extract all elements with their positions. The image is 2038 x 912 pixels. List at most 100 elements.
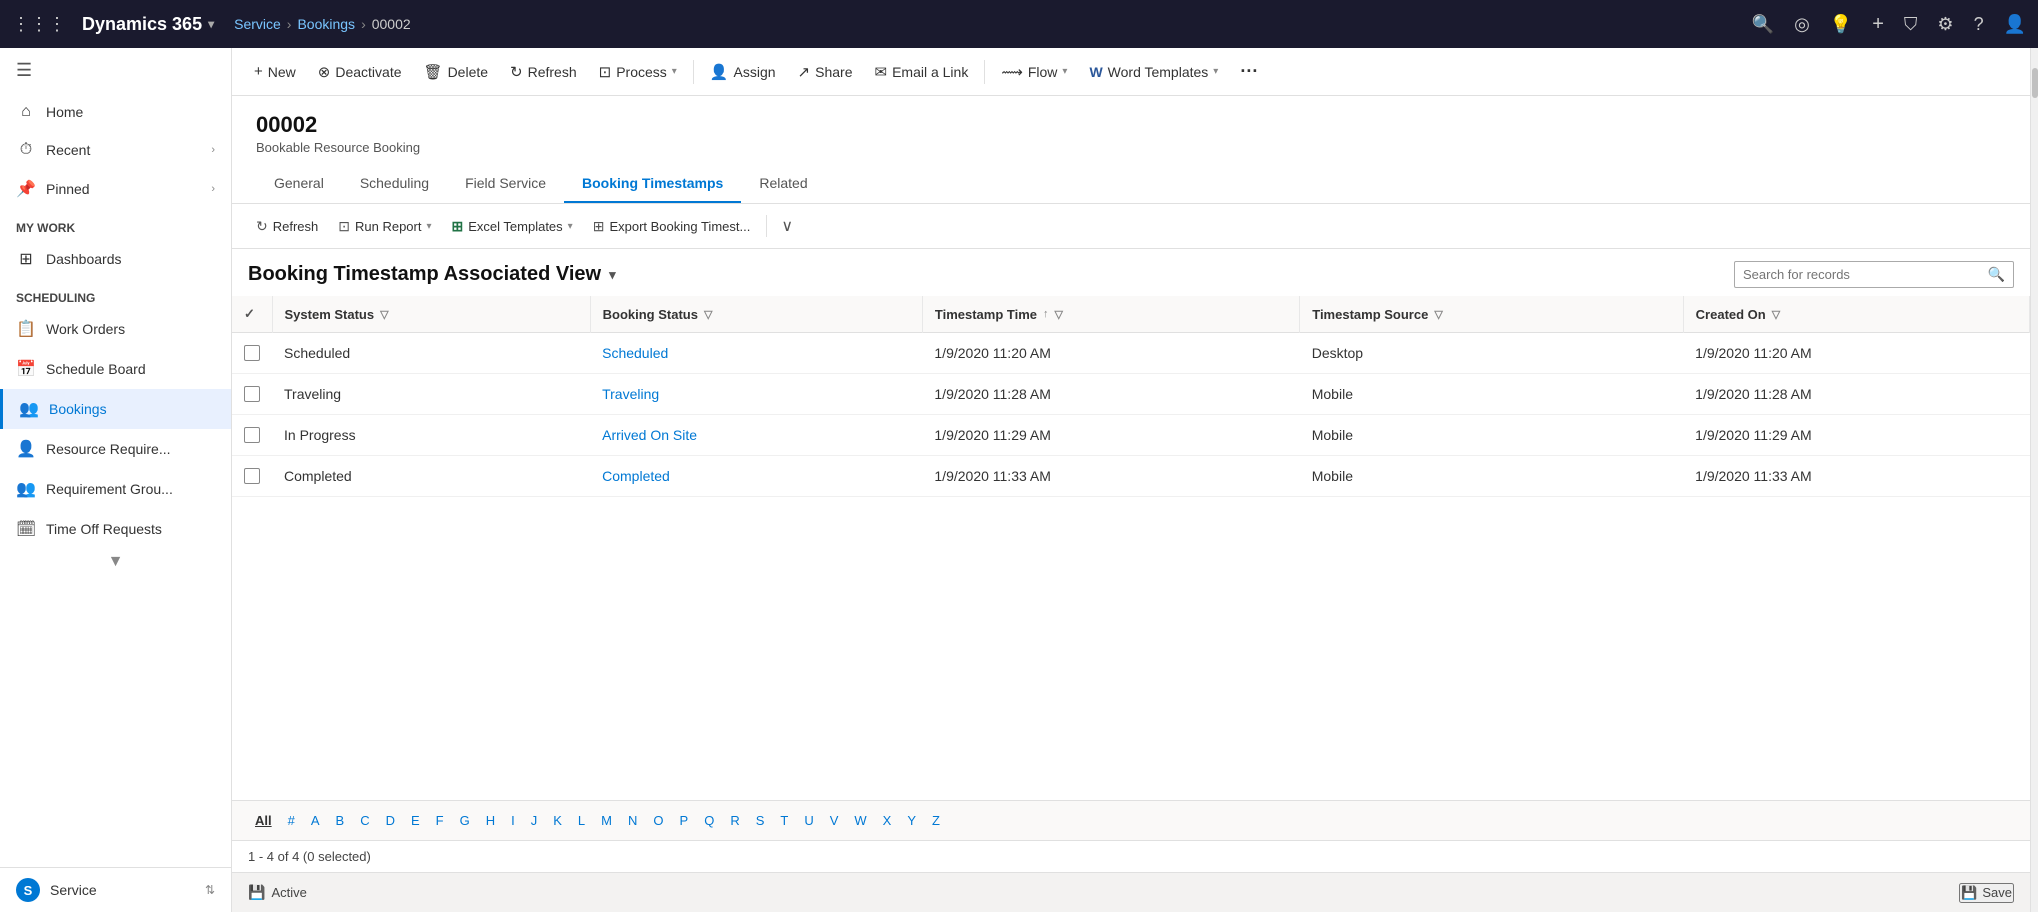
alpha-item[interactable]: T [773, 809, 795, 832]
delete-button[interactable]: 🗑 Delete [414, 57, 499, 87]
help-nav-icon[interactable]: ? [1974, 14, 1984, 35]
row-checkbox[interactable] [244, 468, 260, 484]
alpha-item[interactable]: # [281, 809, 302, 832]
add-nav-icon[interactable]: + [1872, 13, 1884, 36]
booking-status-link[interactable]: Arrived On Site [602, 427, 697, 443]
tab-booking-timestamps[interactable]: Booking Timestamps [564, 165, 741, 203]
export-button[interactable]: ⊞ Export Booking Timest... [585, 213, 759, 240]
sidebar-toggle[interactable]: ☰ [0, 48, 231, 93]
search-icon[interactable]: 🔍 [1988, 266, 2005, 283]
assoc-view-chevron[interactable]: ▾ [609, 267, 616, 283]
alpha-item[interactable]: G [453, 809, 477, 832]
user-nav-icon[interactable]: 👤 [2004, 14, 2026, 35]
sidebar-item-dashboards[interactable]: ⊞ Dashboards [0, 239, 231, 279]
tab-field-service[interactable]: Field Service [447, 165, 564, 203]
row-booking-status[interactable]: Completed [590, 456, 922, 497]
alpha-item[interactable]: S [749, 809, 772, 832]
col-created-on[interactable]: Created On ▽ [1683, 296, 2029, 333]
timestamp-filter-icon[interactable]: ▽ [1055, 308, 1063, 321]
tab-related[interactable]: Related [741, 165, 825, 203]
alpha-item[interactable]: C [353, 809, 376, 832]
alpha-item[interactable]: B [329, 809, 352, 832]
alpha-item[interactable]: U [797, 809, 820, 832]
alpha-item[interactable]: H [479, 809, 502, 832]
alpha-item[interactable]: E [404, 809, 427, 832]
row-booking-status[interactable]: Traveling [590, 374, 922, 415]
sidebar-item-pinned[interactable]: 📌 Pinned › [0, 169, 231, 209]
sidebar-item-time-off-requests[interactable]: 🗓 Time Off Requests [0, 509, 231, 549]
sub-refresh-button[interactable]: ↻ Refresh [248, 213, 326, 240]
refresh-button[interactable]: ↻ Refresh [500, 57, 587, 87]
target-icon[interactable]: ◎ [1794, 14, 1810, 35]
deactivate-button[interactable]: ⊗ Deactivate [308, 57, 412, 87]
sidebar-item-resource-requirements[interactable]: 👤 Resource Require... [0, 429, 231, 469]
alpha-item[interactable]: L [571, 809, 592, 832]
alpha-item[interactable]: J [524, 809, 545, 832]
col-timestamp-source[interactable]: Timestamp Source ▽ [1300, 296, 1683, 333]
service-section[interactable]: S Service ⇅ [0, 867, 231, 912]
word-templates-button[interactable]: W Word Templates ▾ [1079, 58, 1228, 86]
lightbulb-icon[interactable]: 💡 [1830, 14, 1852, 35]
alpha-item[interactable]: V [823, 809, 846, 832]
alpha-item[interactable]: M [594, 809, 619, 832]
row-checkbox[interactable] [244, 386, 260, 402]
created-filter-icon[interactable]: ▽ [1772, 308, 1780, 321]
system-status-filter-icon[interactable]: ▽ [380, 308, 388, 321]
alpha-item[interactable]: K [546, 809, 569, 832]
app-name[interactable]: Dynamics 365 ▾ [82, 14, 214, 35]
row-booking-status[interactable]: Arrived On Site [590, 415, 922, 456]
alpha-item[interactable]: W [847, 809, 873, 832]
more-commands-button[interactable]: ··· [1230, 55, 1268, 88]
run-report-button[interactable]: ⊡ Run Report ▾ [330, 213, 439, 240]
select-all-header[interactable]: ✓ [232, 296, 272, 333]
excel-templates-button[interactable]: ⊞ Excel Templates ▾ [444, 213, 581, 240]
row-booking-status[interactable]: Scheduled [590, 333, 922, 374]
sidebar-item-bookings[interactable]: 👥 Bookings [0, 389, 231, 429]
timestamp-sort-icon[interactable]: ↑ [1043, 308, 1049, 320]
grid-icon[interactable]: ⋮⋮⋮ [12, 14, 66, 35]
sidebar-item-work-orders[interactable]: 📋 Work Orders [0, 309, 231, 349]
sidebar-item-home[interactable]: ⌂ Home [0, 93, 231, 131]
sub-more-button[interactable]: ∨ [775, 212, 799, 240]
share-button[interactable]: ↗ Share [788, 57, 863, 87]
alpha-item[interactable]: Q [697, 809, 721, 832]
alpha-item[interactable]: N [621, 809, 644, 832]
search-nav-icon[interactable]: 🔍 [1752, 14, 1774, 35]
right-scrollbar[interactable] [2030, 48, 2038, 912]
new-button[interactable]: + New [244, 57, 306, 86]
booking-status-link[interactable]: Scheduled [602, 345, 668, 361]
sidebar-scroll-down[interactable]: ▼ [0, 549, 231, 575]
booking-status-link[interactable]: Traveling [602, 386, 659, 402]
filter-nav-icon[interactable]: ⛉ [1904, 14, 1918, 35]
tab-general[interactable]: General [256, 165, 342, 203]
col-booking-status[interactable]: Booking Status ▽ [590, 296, 922, 333]
source-filter-icon[interactable]: ▽ [1434, 308, 1442, 321]
alpha-item[interactable]: D [379, 809, 402, 832]
search-input[interactable] [1743, 267, 1982, 282]
col-timestamp-time[interactable]: Timestamp Time ↑ ▽ [922, 296, 1299, 333]
email-link-button[interactable]: ✉ Email a Link [864, 57, 978, 87]
save-button[interactable]: 💾 Save [1959, 883, 2014, 903]
row-checkbox[interactable] [244, 427, 260, 443]
process-button[interactable]: ⊡ Process ▾ [589, 57, 687, 87]
alpha-item[interactable]: F [429, 809, 451, 832]
breadcrumb-bookings[interactable]: Bookings [297, 16, 355, 32]
assign-button[interactable]: 👤 Assign [700, 57, 786, 87]
app-name-chevron[interactable]: ▾ [208, 17, 214, 31]
breadcrumb-service[interactable]: Service [234, 16, 281, 32]
sidebar-item-requirement-groups[interactable]: 👥 Requirement Grou... [0, 469, 231, 509]
alpha-item[interactable]: R [723, 809, 746, 832]
alpha-item[interactable]: A [304, 809, 327, 832]
sidebar-item-schedule-board[interactable]: 📅 Schedule Board [0, 349, 231, 389]
alpha-item[interactable]: All [248, 809, 279, 832]
col-system-status[interactable]: System Status ▽ [272, 296, 590, 333]
booking-status-filter-icon[interactable]: ▽ [704, 308, 712, 321]
alpha-item[interactable]: P [673, 809, 696, 832]
tab-scheduling[interactable]: Scheduling [342, 165, 447, 203]
alpha-item[interactable]: I [504, 809, 522, 832]
sidebar-item-recent[interactable]: ⏱ Recent › [0, 131, 231, 169]
settings-nav-icon[interactable]: ⚙ [1937, 14, 1953, 35]
booking-status-link[interactable]: Completed [602, 468, 670, 484]
alpha-item[interactable]: O [646, 809, 670, 832]
flow-button[interactable]: ⟿ Flow ▾ [991, 57, 1077, 87]
